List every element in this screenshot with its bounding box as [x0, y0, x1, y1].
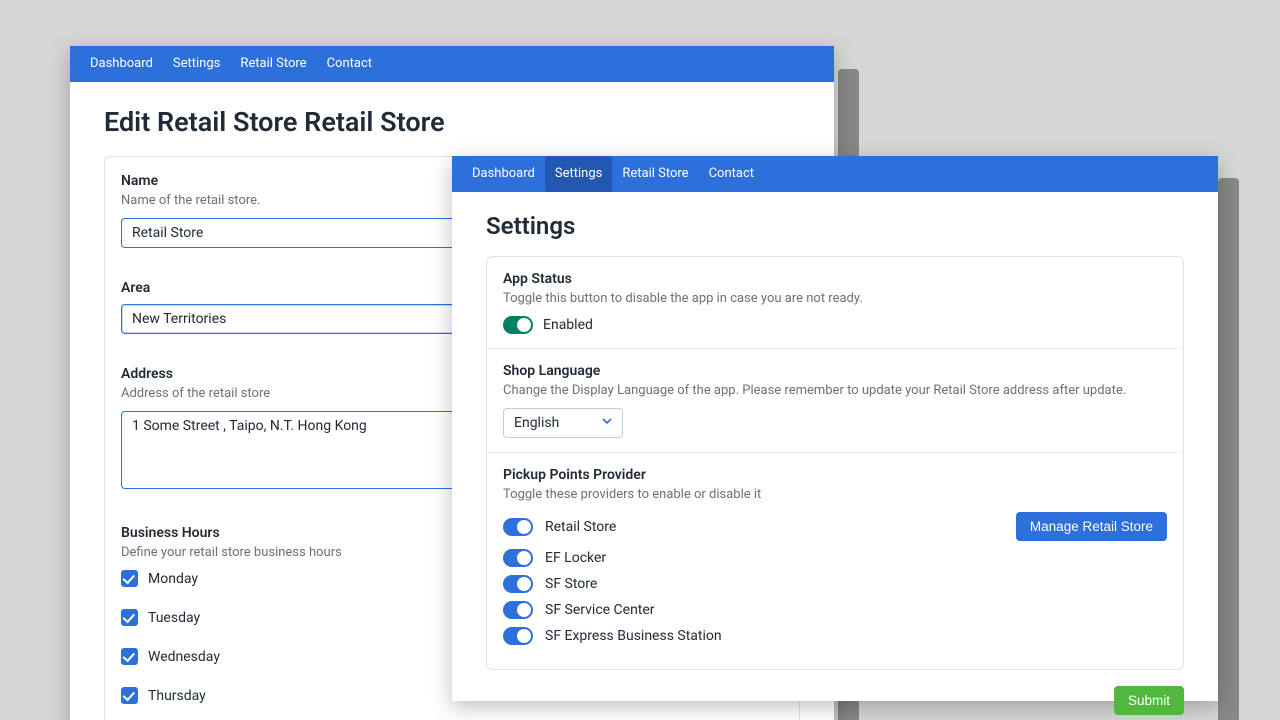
day-checkbox[interactable]: [121, 648, 138, 665]
provider-row: EF Locker: [503, 549, 1167, 567]
provider-label: SF Express Business Station: [545, 628, 722, 644]
language-label: Shop Language: [503, 363, 1167, 379]
nav-contact[interactable]: Contact: [699, 156, 764, 192]
page-title: Settings: [486, 212, 1184, 240]
language-select[interactable]: English: [503, 408, 623, 438]
manage-retail-store-button[interactable]: Manage Retail Store: [1016, 512, 1167, 541]
bg-shape: [1218, 178, 1239, 720]
nav-dashboard[interactable]: Dashboard: [80, 46, 163, 82]
provider-label: EF Locker: [545, 550, 606, 566]
nav-dashboard[interactable]: Dashboard: [462, 156, 545, 192]
nav-retailstore[interactable]: Retail Store: [612, 156, 698, 192]
day-label: Thursday: [148, 688, 206, 704]
provider-toggle[interactable]: [503, 518, 533, 536]
navbar: Dashboard Settings Retail Store Contact: [452, 156, 1218, 192]
provider-toggle[interactable]: [503, 549, 533, 567]
day-label: Tuesday: [148, 610, 200, 626]
day-checkbox[interactable]: [121, 687, 138, 704]
status-toggle[interactable]: [503, 316, 533, 334]
day-checkbox[interactable]: [121, 570, 138, 587]
provider-toggle[interactable]: [503, 601, 533, 619]
provider-toggle[interactable]: [503, 575, 533, 593]
nav-settings[interactable]: Settings: [545, 156, 612, 192]
status-help: Toggle this button to disable the app in…: [503, 291, 1167, 306]
day-checkbox[interactable]: [121, 609, 138, 626]
provider-label: Retail Store: [545, 519, 616, 535]
settings-card: App Status Toggle this button to disable…: [486, 256, 1184, 670]
provider-label: SF Service Center: [545, 602, 655, 618]
provider-label: SF Store: [545, 576, 597, 592]
day-label: Monday: [148, 571, 198, 587]
provider-toggle[interactable]: [503, 627, 533, 645]
navbar: Dashboard Settings Retail Store Contact: [70, 46, 834, 82]
nav-settings[interactable]: Settings: [163, 46, 230, 82]
providers-label: Pickup Points Provider: [503, 467, 1167, 483]
nav-contact[interactable]: Contact: [317, 46, 382, 82]
provider-row: Retail Store Manage Retail Store: [503, 512, 1167, 541]
status-state: Enabled: [543, 317, 593, 333]
status-label: App Status: [503, 271, 1167, 287]
language-help: Change the Display Language of the app. …: [503, 383, 1167, 398]
provider-row: SF Express Business Station: [503, 627, 1167, 645]
provider-row: SF Store: [503, 575, 1167, 593]
providers-help: Toggle these providers to enable or disa…: [503, 487, 1167, 502]
day-label: Wednesday: [148, 649, 220, 665]
nav-retailstore[interactable]: Retail Store: [230, 46, 316, 82]
submit-button[interactable]: Submit: [1114, 686, 1184, 715]
provider-row: SF Service Center: [503, 601, 1167, 619]
settings-window: Dashboard Settings Retail Store Contact …: [452, 156, 1218, 701]
page-title: Edit Retail Store Retail Store: [104, 106, 800, 138]
